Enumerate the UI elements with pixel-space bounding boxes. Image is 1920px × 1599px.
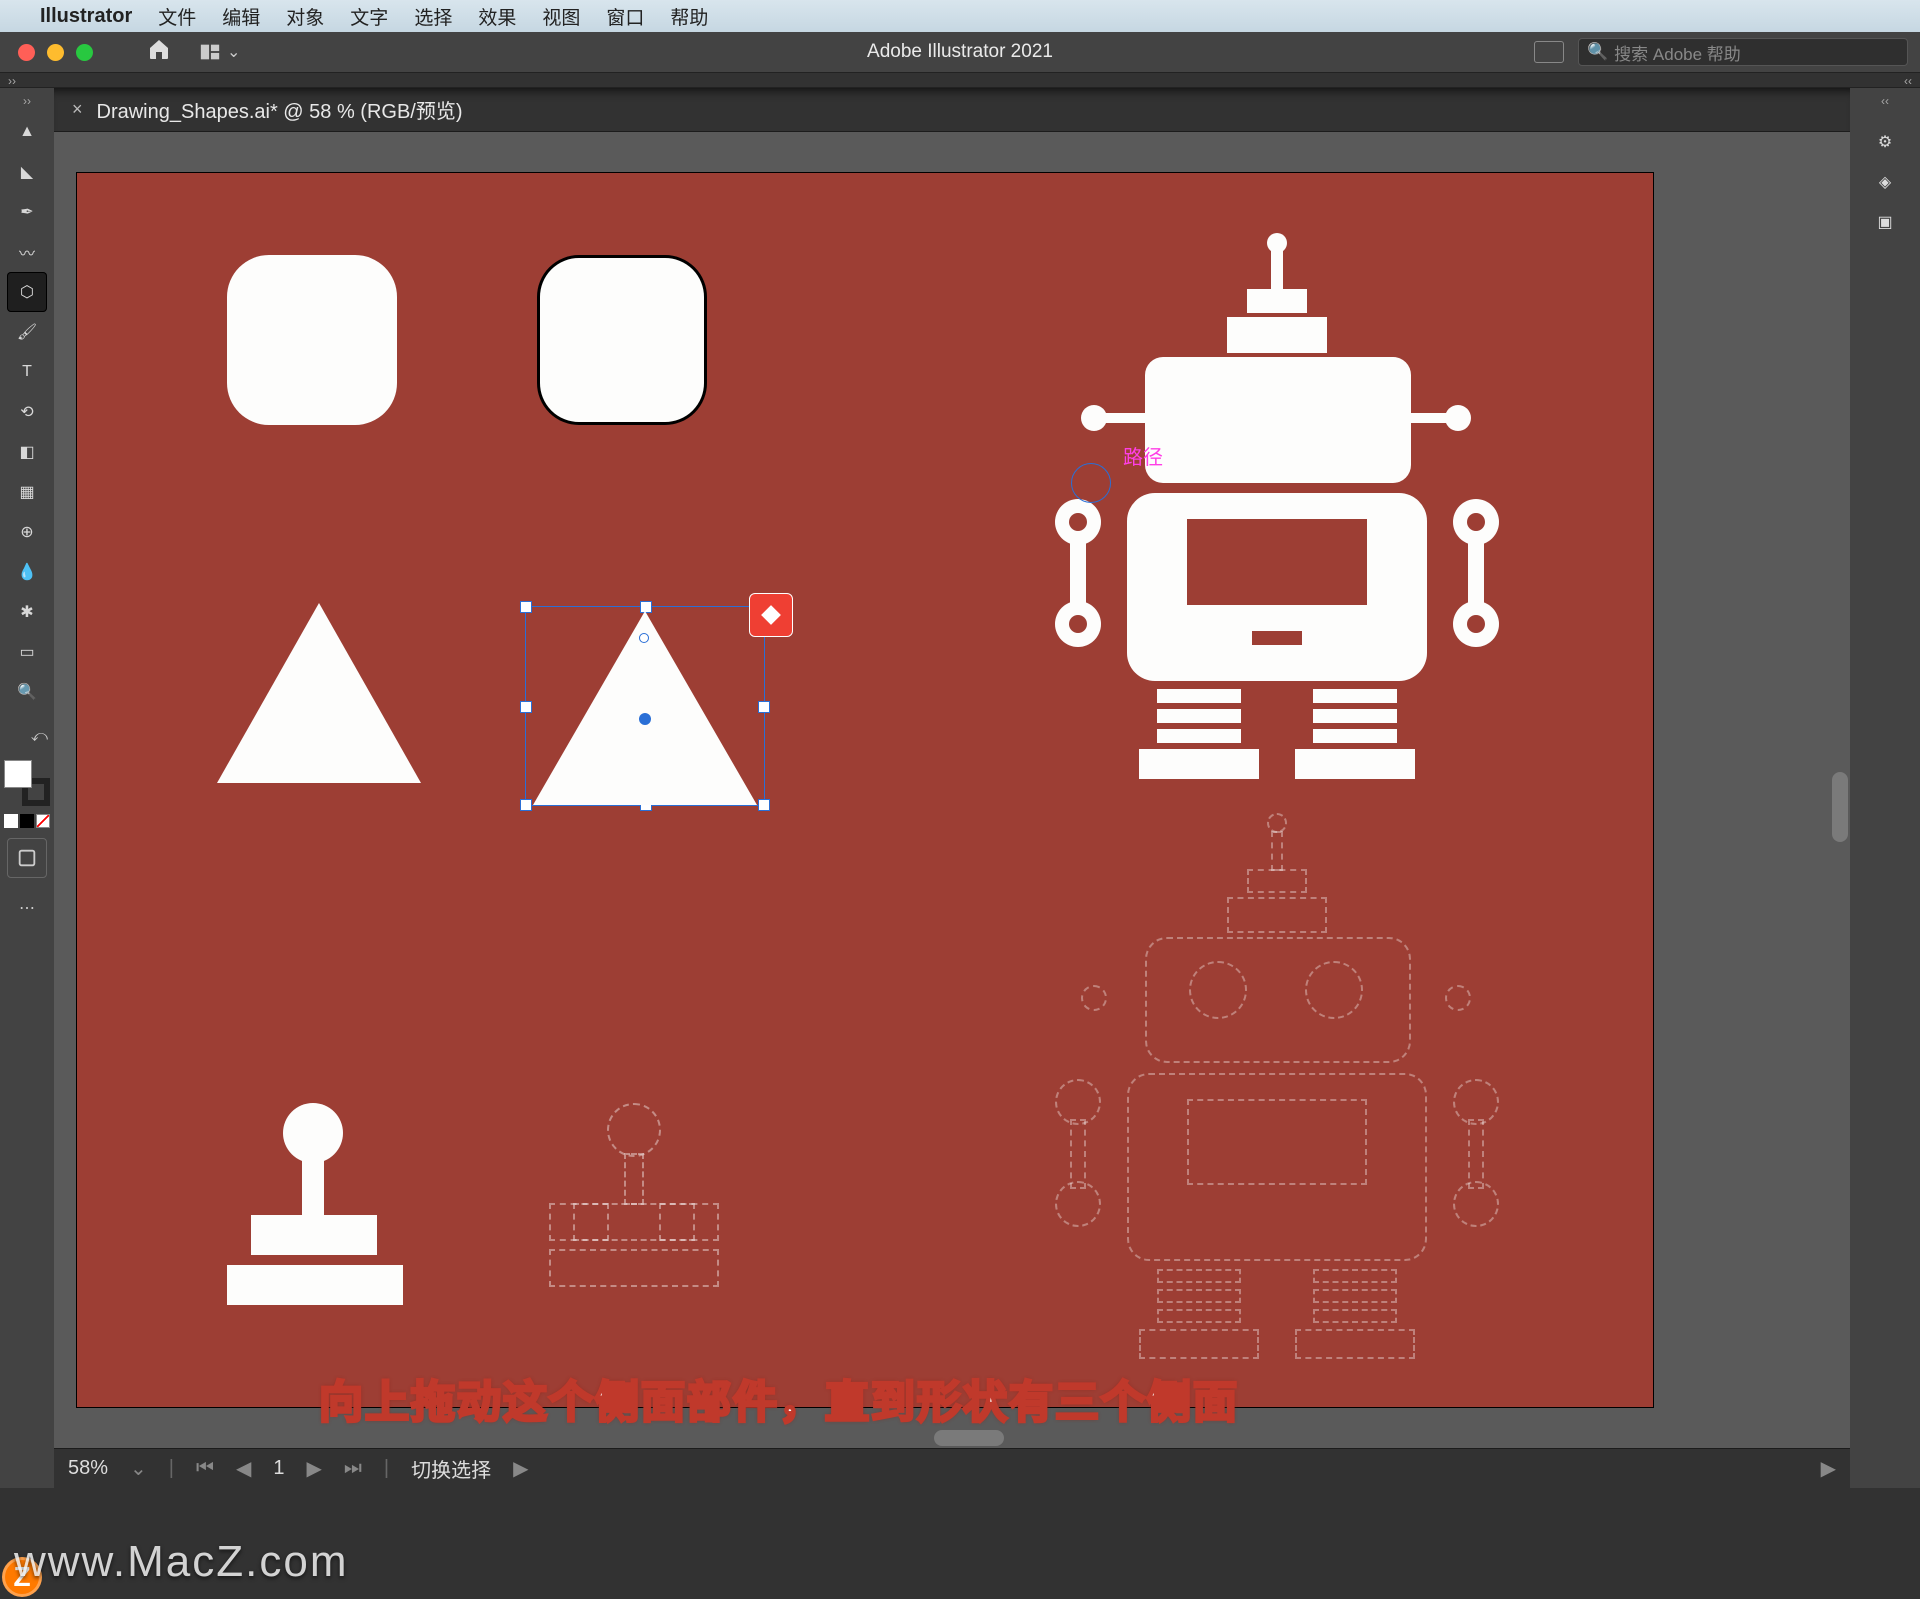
pen-tool[interactable]: ✒ xyxy=(7,192,47,232)
polygon-side-count-widget[interactable] xyxy=(749,593,793,637)
selection-handle-nw[interactable] xyxy=(520,601,532,613)
window-controls xyxy=(0,44,111,61)
app-titlebar: ⌄ Adobe Illustrator 2021 🔍 搜索 Adobe 帮助 xyxy=(0,32,1920,72)
artboard-first-icon[interactable]: ⏮ xyxy=(196,1457,214,1480)
menu-help[interactable]: 帮助 xyxy=(670,3,708,30)
tutorial-caption: 向上拖动这个侧面部件，直到形状有三个侧面 xyxy=(319,1366,1239,1430)
selection-tool[interactable]: ▲ xyxy=(7,112,47,152)
zoom-window-button[interactable] xyxy=(76,44,93,61)
home-icon[interactable] xyxy=(147,37,171,68)
rounded-rect-1[interactable] xyxy=(227,255,397,425)
panels-collapse-icon[interactable]: ‹‹ xyxy=(1881,94,1889,108)
menu-object[interactable]: 对象 xyxy=(286,3,324,30)
robot-shape[interactable] xyxy=(1047,233,1507,793)
zoom-tool[interactable]: 🔍 xyxy=(7,672,47,712)
artboard-prev-icon[interactable]: ◀ xyxy=(236,1456,251,1481)
curvature-tool[interactable]: 〰 xyxy=(7,232,47,272)
gradient-fill-mode[interactable] xyxy=(20,814,34,828)
close-window-button[interactable] xyxy=(18,44,35,61)
fill-swatch[interactable] xyxy=(4,760,32,788)
joystick-shape[interactable] xyxy=(227,1103,403,1299)
arrange-documents-icon[interactable] xyxy=(1534,41,1564,63)
artboard-next-icon[interactable]: ▶ xyxy=(307,1456,322,1481)
rounded-rect-2[interactable] xyxy=(537,255,707,425)
expand-left-icon[interactable]: ›› xyxy=(8,74,16,88)
shape-center-dot[interactable] xyxy=(639,713,651,725)
app-title: Adobe Illustrator 2021 xyxy=(867,41,1053,63)
eraser-tool[interactable]: ◧ xyxy=(7,432,47,472)
menu-view[interactable]: 视图 xyxy=(542,3,580,30)
triangle-white[interactable] xyxy=(217,603,421,783)
menu-type[interactable]: 文字 xyxy=(350,3,388,30)
menu-select[interactable]: 选择 xyxy=(414,3,452,30)
direct-selection-tool[interactable]: ◣ xyxy=(7,152,47,192)
search-placeholder: 搜索 Adobe 帮助 xyxy=(1614,40,1741,65)
eyedropper-tool[interactable]: 💧 xyxy=(7,552,47,592)
control-bar-collapsed[interactable]: ›› ‹‹ xyxy=(0,72,1920,88)
document-area: × Drawing_Shapes.ai* @ 58 % (RGB/预览) xyxy=(54,88,1850,1488)
layers-panel[interactable]: ◈ xyxy=(1865,162,1905,202)
document-tabbar: × Drawing_Shapes.ai* @ 58 % (RGB/预览) xyxy=(54,88,1850,132)
gradient-tool[interactable]: ▦ xyxy=(7,472,47,512)
menu-window[interactable]: 窗口 xyxy=(606,3,644,30)
properties-panel[interactable]: ⚙ xyxy=(1865,122,1905,162)
selection-handle-se[interactable] xyxy=(758,799,770,811)
status-mode-arrow-icon[interactable]: ▶ xyxy=(513,1456,528,1481)
selection-handle-sw[interactable] xyxy=(520,799,532,811)
fill-stroke-swatches[interactable] xyxy=(4,760,50,806)
zoom-level[interactable]: 58% xyxy=(68,1457,108,1480)
status-right-arrow-icon[interactable]: ▶ xyxy=(1821,1456,1836,1481)
none-fill-mode[interactable] xyxy=(36,814,50,828)
shape-builder-tool[interactable]: ⊕ xyxy=(7,512,47,552)
artboard-last-icon[interactable]: ⏭ xyxy=(344,1457,362,1480)
fill-stroke-swap-icon[interactable]: ⤺ xyxy=(31,728,48,746)
artboard-number[interactable]: 1 xyxy=(273,1457,284,1480)
robot-outline[interactable] xyxy=(1047,813,1507,1373)
live-corner-top[interactable] xyxy=(639,633,649,643)
artboard[interactable]: 路径 xyxy=(76,172,1654,1408)
paintbrush-tool[interactable]: 🖌 xyxy=(7,312,47,352)
search-icon: 🔍 xyxy=(1587,42,1608,62)
scrollbar-vertical[interactable] xyxy=(1832,772,1848,842)
watermark-text: www.MacZ.com xyxy=(14,1537,348,1587)
document-tab-label: Drawing_Shapes.ai* @ 58 % (RGB/预览) xyxy=(97,95,463,124)
color-fill-mode[interactable] xyxy=(4,814,18,828)
status-bar: 58% ⌄ | ⏮ ◀ 1 ▶ ⏭ | 切换选择 ▶ ▶ xyxy=(54,1448,1850,1488)
menu-edit[interactable]: 编辑 xyxy=(222,3,260,30)
right-panels-dock: ‹‹ ⚙◈▣ xyxy=(1850,88,1920,1488)
rotate-tool[interactable]: ⟲ xyxy=(7,392,47,432)
tools-panel: ›› ▲◣✒〰⬡🖌T⟲◧▦⊕💧✱▭🔍 ⤺ ⋯ xyxy=(0,88,54,1488)
draw-mode-button[interactable] xyxy=(7,838,47,878)
expand-right-icon[interactable]: ‹‹ xyxy=(1904,74,1912,88)
symbol-sprayer-tool[interactable]: ✱ xyxy=(7,592,47,632)
status-mode-label[interactable]: 切换选择 xyxy=(411,1454,491,1483)
help-search[interactable]: 🔍 搜索 Adobe 帮助 xyxy=(1578,38,1908,66)
color-mode-row xyxy=(4,814,50,828)
document-tab[interactable]: × Drawing_Shapes.ai* @ 58 % (RGB/预览) xyxy=(54,95,481,124)
type-tool[interactable]: T xyxy=(7,352,47,392)
minimize-window-button[interactable] xyxy=(47,44,64,61)
menu-effect[interactable]: 效果 xyxy=(478,3,516,30)
edit-toolbar-button[interactable]: ⋯ xyxy=(7,888,47,928)
libraries-panel[interactable]: ▣ xyxy=(1865,202,1905,242)
smart-guide-circle xyxy=(1071,463,1111,503)
selection-handle-e[interactable] xyxy=(758,701,770,713)
chevron-down-icon: ⌄ xyxy=(227,42,240,62)
path-tooltip-label: 路径 xyxy=(1123,441,1163,470)
close-tab-icon[interactable]: × xyxy=(72,99,83,120)
canvas[interactable]: 路径 xyxy=(54,132,1850,1448)
tools-collapse-icon[interactable]: ›› xyxy=(23,94,31,108)
workspace-switcher[interactable]: ⌄ xyxy=(199,41,240,63)
zoom-dropdown-icon[interactable]: ⌄ xyxy=(130,1456,147,1481)
artboard-tool[interactable]: ▭ xyxy=(7,632,47,672)
app-menu-name[interactable]: Illustrator xyxy=(40,5,132,28)
menu-file[interactable]: 文件 xyxy=(158,3,196,30)
polygon-tool[interactable]: ⬡ xyxy=(7,272,47,312)
scrollbar-horizontal[interactable] xyxy=(934,1430,1004,1446)
mac-menubar: Illustrator 文件 编辑 对象 文字 选择 效果 视图 窗口 帮助 xyxy=(0,0,1920,32)
selection-handle-w[interactable] xyxy=(520,701,532,713)
